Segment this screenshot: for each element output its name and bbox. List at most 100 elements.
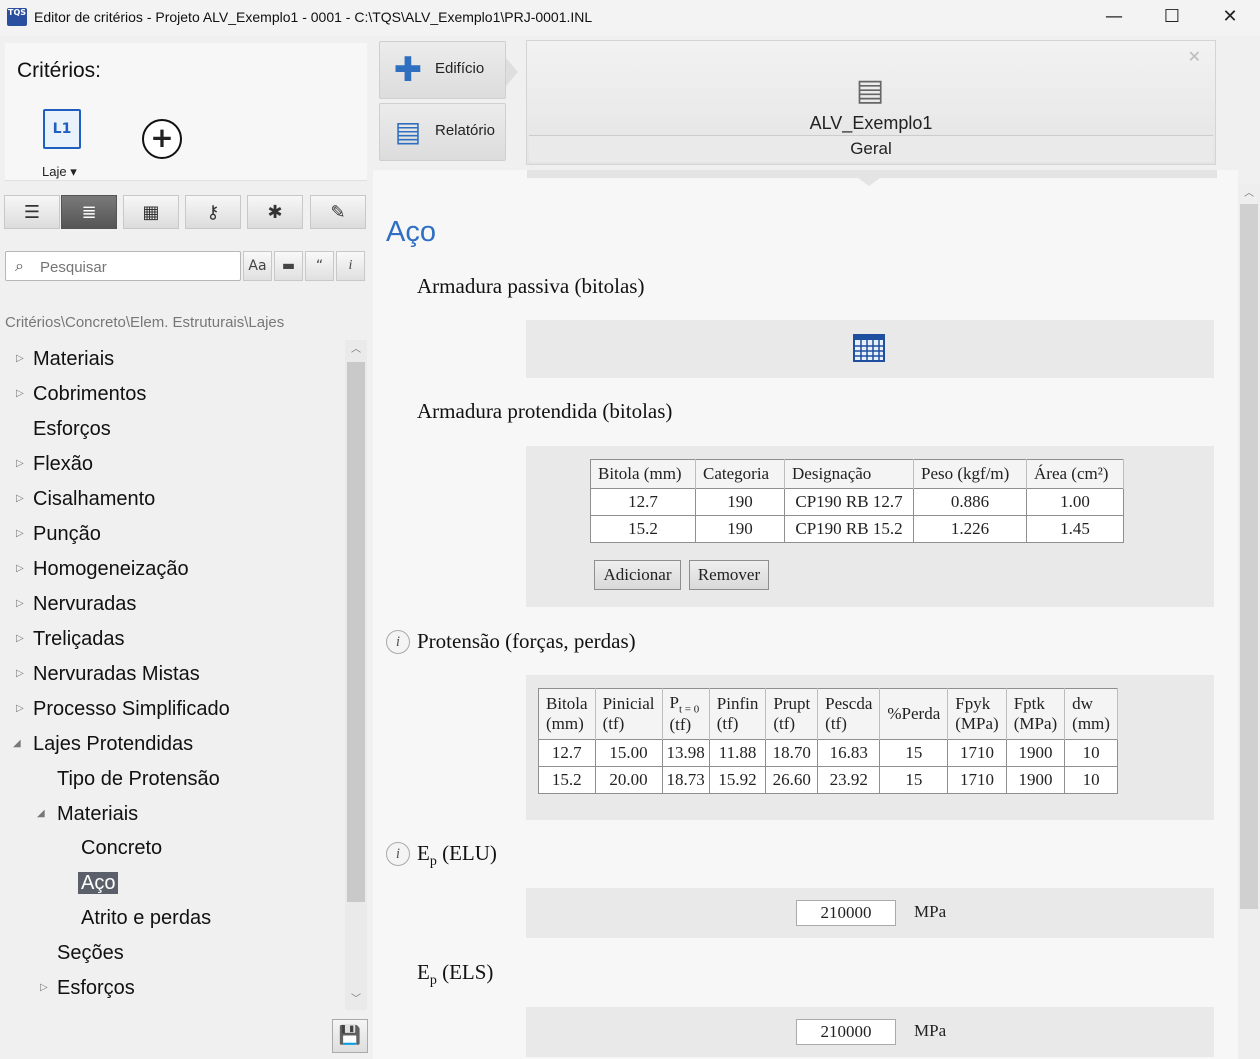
expand-arrow-icon[interactable]: ▷ (16, 484, 24, 514)
table-grid-icon[interactable] (853, 334, 885, 362)
list-view-button[interactable]: ☰ (4, 195, 60, 229)
tree-item-aco[interactable]: Aço (78, 868, 119, 898)
table-cell[interactable]: 12.7 (538, 739, 596, 768)
scroll-up-icon[interactable]: ︿ (345, 340, 367, 360)
scroll-thumb[interactable] (347, 362, 365, 902)
expand-arrow-icon[interactable]: ▷ (16, 344, 24, 374)
table-cell[interactable]: 23.92 (817, 766, 881, 795)
table-cell[interactable]: 18.70 (765, 739, 819, 768)
table-cell[interactable]: 18.73 (661, 766, 710, 795)
table-cell[interactable]: 20.00 (594, 766, 663, 795)
table-row[interactable]: 15.2 190 CP190 RB 15.2 1.226 1.45 (590, 515, 1124, 543)
search-box[interactable]: ⌕ (5, 251, 241, 281)
expand-arrow-icon[interactable]: ▷ (16, 519, 24, 549)
table-cell[interactable]: 15.00 (594, 739, 663, 768)
table-cell[interactable]: 1.45 (1026, 515, 1124, 543)
tab-edificio[interactable]: ✚ Edifício (379, 41, 506, 99)
quote-button[interactable]: “ (305, 251, 334, 281)
table-cell[interactable]: CP190 RB 12.7 (784, 488, 914, 516)
tree-item-homogeneizacao[interactable]: ▷ Homogeneização (16, 554, 189, 584)
tree-item-concreto[interactable]: Concreto (81, 833, 162, 863)
table-cell[interactable]: 190 (695, 515, 785, 543)
tab-relatorio[interactable]: ▤ Relatório (379, 103, 506, 161)
tree-item-cobrimentos[interactable]: ▷ Cobrimentos (16, 379, 146, 409)
expand-arrow-icon[interactable]: ▷ (16, 659, 24, 689)
tree-item-esforcos[interactable]: Esforços (33, 414, 111, 444)
tree-item-trelicadas[interactable]: ▷ Treliçadas (16, 624, 125, 654)
expand-arrow-icon[interactable]: ▷ (16, 624, 24, 654)
tree-item-tipo-de-protensao[interactable]: Tipo de Protensão (57, 764, 220, 794)
table-cell[interactable]: 1.00 (1026, 488, 1124, 516)
laje-icon[interactable]: L1 (43, 109, 81, 149)
info-icon[interactable]: i (386, 630, 410, 654)
minimize-button[interactable]: — (1085, 0, 1143, 36)
save-button[interactable]: 💾 (332, 1019, 368, 1053)
table-cell[interactable]: 26.60 (765, 766, 819, 795)
tree-item-materiais-sub[interactable]: ◢ Materiais (37, 799, 138, 829)
table-cell[interactable]: 10 (1064, 766, 1118, 795)
table-cell[interactable]: 10 (1064, 739, 1118, 768)
scroll-thumb[interactable] (1240, 204, 1258, 909)
table-cell[interactable]: 15 (879, 739, 949, 768)
expand-arrow-icon[interactable]: ▷ (40, 973, 48, 1003)
tree-item-nervuradas[interactable]: ▷ Nervuradas (16, 589, 136, 619)
tree-item-secoes[interactable]: Seções (57, 938, 124, 968)
table-cell[interactable]: 13.98 (661, 739, 710, 768)
laje-dropdown[interactable]: Laje ▾ (42, 164, 77, 180)
tree-item-lajes-protendidas[interactable]: ◢ Lajes Protendidas (13, 729, 193, 759)
info-button[interactable]: i (336, 251, 365, 281)
scroll-up-icon[interactable]: ︿ (1238, 184, 1260, 204)
table-cell[interactable]: 1710 (947, 766, 1007, 795)
tree-scrollbar[interactable]: ︿ ﹀ (345, 340, 367, 1010)
edit-button[interactable]: ✎ (310, 195, 366, 229)
expand-arrow-icon[interactable]: ▷ (16, 554, 24, 584)
table-cell[interactable]: 16.83 (817, 739, 881, 768)
tree-item-flexao[interactable]: ▷ Flexão (16, 449, 93, 479)
search-input[interactable] (38, 254, 238, 280)
content-scrollbar[interactable]: ︿ (1238, 184, 1260, 1059)
close-icon[interactable]: ✕ (1188, 47, 1201, 66)
asterisk-button[interactable]: ✱ (247, 195, 303, 229)
table-row[interactable]: 12.7 15.00 13.98 11.88 18.70 16.83 15 17… (538, 739, 1118, 768)
add-criteria-button[interactable]: + (142, 119, 182, 159)
table-cell[interactable]: 1710 (947, 739, 1007, 768)
table-cell[interactable]: 11.88 (708, 739, 767, 768)
table-cell[interactable]: 15.2 (590, 515, 696, 543)
tree-item-esforcos-sub[interactable]: ▷ Esforços (40, 973, 135, 1003)
table-cell[interactable]: 12.7 (590, 488, 696, 516)
match-case-button[interactable]: Aa (243, 251, 272, 281)
remover-button[interactable]: Remover (689, 560, 769, 590)
tree-item-puncao[interactable]: ▷ Punção (16, 519, 101, 549)
adicionar-button[interactable]: Adicionar (594, 560, 681, 590)
table-cell[interactable]: 190 (695, 488, 785, 516)
centered-view-button[interactable]: ≣ (61, 195, 117, 229)
tree-item-cisalhamento[interactable]: ▷ Cisalhamento (16, 484, 155, 514)
collapse-arrow-icon[interactable]: ◢ (13, 729, 21, 759)
table-row[interactable]: 12.7 190 CP190 RB 12.7 0.886 1.00 (590, 488, 1124, 516)
tree-item-materiais[interactable]: ▷ Materiais (16, 344, 114, 374)
table-cell[interactable]: 0.886 (913, 488, 1027, 516)
expand-arrow-icon[interactable]: ▷ (16, 694, 24, 724)
table-cell[interactable]: 1.226 (913, 515, 1027, 543)
tree-item-nervuradas-mistas[interactable]: ▷ Nervuradas Mistas (16, 659, 200, 689)
table-row[interactable]: 15.2 20.00 18.73 15.92 26.60 23.92 15 17… (538, 766, 1118, 795)
table-cell[interactable]: 15.92 (708, 766, 767, 795)
key-button[interactable]: ⚷ (185, 195, 241, 229)
table-cell[interactable]: 15 (879, 766, 949, 795)
ep-els-input[interactable]: 210000 (796, 1019, 896, 1045)
table-cell[interactable]: 15.2 (538, 766, 596, 795)
expand-arrow-icon[interactable]: ▷ (16, 449, 24, 479)
table-cell[interactable]: 1900 (1005, 739, 1066, 768)
tab-geral[interactable]: Geral (529, 135, 1213, 162)
table-cell[interactable]: 1900 (1005, 766, 1066, 795)
tree-item-atrito-e-perdas[interactable]: Atrito e perdas (81, 903, 211, 933)
maximize-button[interactable]: ☐ (1143, 0, 1201, 36)
filter-bar-button[interactable]: ▬ (274, 251, 303, 281)
scroll-down-icon[interactable]: ﹀ (345, 990, 367, 1010)
expand-arrow-icon[interactable]: ▷ (16, 379, 24, 409)
ep-elu-input[interactable]: 210000 (796, 900, 896, 926)
close-window-button[interactable]: ✕ (1201, 0, 1259, 36)
grid-view-button[interactable]: ▦ (123, 195, 179, 229)
table-cell[interactable]: CP190 RB 15.2 (784, 515, 914, 543)
info-icon[interactable]: i (386, 842, 410, 866)
